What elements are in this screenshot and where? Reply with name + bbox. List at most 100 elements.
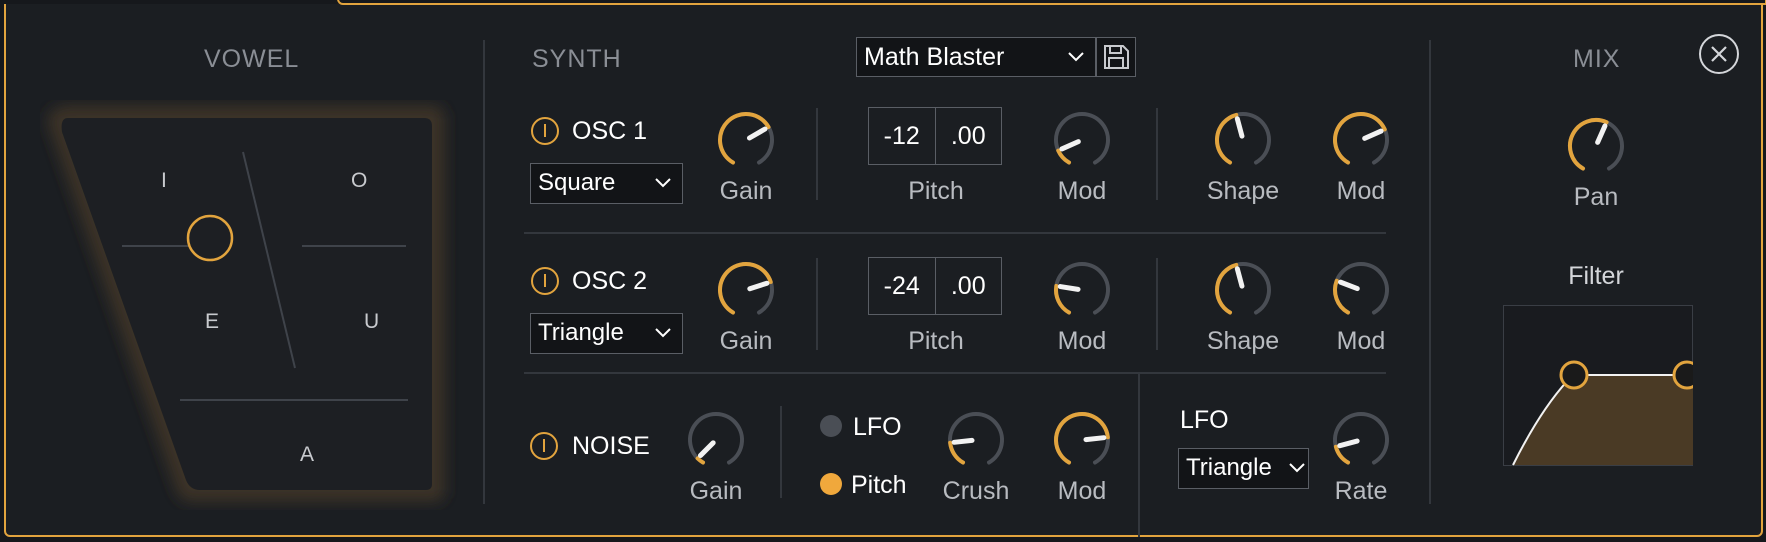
- noise-crush-knob[interactable]: [944, 408, 1008, 472]
- osc1-pitch-mod-knob[interactable]: [1050, 108, 1114, 172]
- knob-fill: [1215, 262, 1239, 315]
- osc1-pitch-field[interactable]: -12 .00: [868, 107, 1002, 165]
- knob-pointer: [697, 440, 716, 459]
- chevron-down-icon: [655, 328, 671, 338]
- knob-track: [1054, 112, 1110, 165]
- noise-crush-label: Crush: [942, 477, 1010, 505]
- osc2-pitch-cents[interactable]: .00: [934, 258, 1002, 314]
- filter-label: Filter: [1568, 262, 1624, 290]
- knob-pointer: [1337, 279, 1360, 292]
- osc2-pitch-mod-knob[interactable]: [1050, 258, 1114, 322]
- osc2-shape-knob[interactable]: [1211, 258, 1275, 322]
- knob-fill: [1568, 118, 1609, 171]
- filter-graph[interactable]: [1503, 305, 1693, 466]
- save-preset-button[interactable]: [1096, 37, 1136, 77]
- noise-target-pitch-radio[interactable]: [820, 473, 842, 495]
- knob-track: [948, 412, 1004, 465]
- knob-fill: [1215, 112, 1239, 165]
- divider: [1156, 258, 1158, 350]
- knob-pointer: [1059, 139, 1081, 152]
- lfo-title: LFO: [1180, 406, 1229, 434]
- divider: [1429, 40, 1431, 504]
- chevron-down-icon: [1289, 463, 1305, 473]
- osc2-shape-label: Shape: [1206, 327, 1280, 355]
- knob-pointer: [951, 437, 975, 445]
- osc2-shape-mod-knob[interactable]: [1329, 258, 1393, 322]
- noise-gain-knob[interactable]: [684, 408, 748, 472]
- noise-target-pitch-label: Pitch: [851, 471, 907, 499]
- noise-target-lfo-radio[interactable]: [820, 415, 842, 437]
- osc2-pitch-semitones[interactable]: -24: [869, 258, 935, 314]
- top-edge: [0, 0, 339, 4]
- pan-label: Pan: [1573, 183, 1619, 211]
- lfo-rate-label: Rate: [1334, 477, 1388, 505]
- close-button[interactable]: [1697, 32, 1741, 76]
- osc2-shape-mod-label: Mod: [1336, 327, 1386, 355]
- osc1-wave-select[interactable]: Square: [530, 163, 683, 204]
- divider: [1156, 108, 1158, 200]
- noise-title: NOISE: [572, 432, 650, 460]
- divider: [816, 108, 818, 200]
- vowel-pad[interactable]: [40, 100, 460, 510]
- osc2-gain-knob[interactable]: [714, 258, 778, 322]
- pan-knob[interactable]: [1564, 114, 1628, 178]
- lfo-rate-knob[interactable]: [1329, 408, 1393, 472]
- noise-mod-knob[interactable]: [1050, 408, 1114, 472]
- knob-fill: [695, 456, 705, 465]
- knob-track: [1333, 412, 1389, 465]
- noise-target-lfo-label: LFO: [853, 413, 902, 441]
- knob-pointer: [747, 280, 770, 292]
- osc1-shape-mod-label: Mod: [1336, 177, 1386, 205]
- divider: [524, 372, 1386, 374]
- osc1-shape-mod-knob[interactable]: [1329, 108, 1393, 172]
- knob-fill: [1056, 148, 1071, 165]
- osc1-pitch-label: Pitch: [908, 177, 964, 205]
- vowel-label-i: I: [161, 169, 167, 192]
- synth-title: SYNTH: [532, 45, 622, 73]
- chevron-down-icon: [655, 178, 671, 188]
- divider: [1138, 372, 1140, 537]
- osc1-pitch-mod-label: Mod: [1057, 177, 1107, 205]
- panel-tab-edge: [337, 0, 1766, 5]
- knob-fill: [948, 440, 965, 465]
- lfo-wave-select[interactable]: Triangle: [1178, 448, 1309, 489]
- osc2-wave-value: Triangle: [538, 319, 624, 346]
- mix-title: MIX: [1573, 45, 1621, 73]
- floppy-disk-icon: [1104, 45, 1129, 69]
- osc2-pitch-label: Pitch: [908, 327, 964, 355]
- osc1-power-icon[interactable]: [531, 117, 559, 145]
- filter-high-handle: [1672, 360, 1693, 390]
- close-icon: [1711, 46, 1727, 62]
- osc1-pitch-semitones[interactable]: -12: [869, 108, 935, 164]
- knob-pointer: [1057, 284, 1081, 292]
- osc1-shape-label: Shape: [1206, 177, 1280, 205]
- noise-mod-label: Mod: [1057, 477, 1107, 505]
- osc1-gain-knob[interactable]: [714, 108, 778, 172]
- knob-fill: [1333, 444, 1350, 465]
- vowel-label-a: A: [300, 443, 315, 466]
- divider: [780, 406, 782, 498]
- preset-select[interactable]: Math Blaster: [856, 37, 1096, 77]
- osc1-pitch-cents[interactable]: .00: [934, 108, 1002, 164]
- knob-pointer: [746, 126, 768, 141]
- osc1-title: OSC 1: [572, 117, 648, 145]
- osc2-wave-select[interactable]: Triangle: [530, 313, 683, 354]
- knob-pointer: [1362, 128, 1384, 141]
- knob-fill: [1333, 112, 1387, 165]
- knob-pointer: [1083, 435, 1107, 443]
- chevron-down-icon: [1068, 52, 1084, 62]
- preset-name: Math Blaster: [864, 43, 1005, 71]
- osc1-shape-knob[interactable]: [1211, 108, 1275, 172]
- knob-pointer: [1337, 438, 1360, 449]
- vowel-title: VOWEL: [204, 45, 300, 73]
- knob-track: [1333, 262, 1389, 315]
- lfo-wave-value: Triangle: [1186, 454, 1272, 481]
- osc2-power-icon[interactable]: [531, 267, 559, 295]
- noise-power-icon[interactable]: [530, 432, 558, 460]
- osc1-wave-value: Square: [538, 169, 616, 196]
- osc2-gain-label: Gain: [719, 327, 773, 355]
- osc2-pitch-field[interactable]: -24 .00: [868, 257, 1002, 315]
- vowel-label-o: O: [351, 169, 368, 192]
- knob-fill: [718, 112, 771, 165]
- knob-track: [688, 412, 744, 465]
